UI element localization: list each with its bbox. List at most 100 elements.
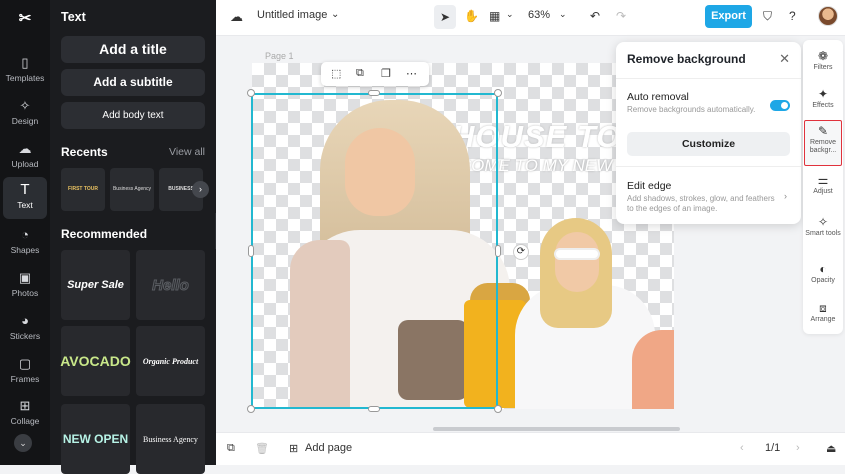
tool-arrange[interactable]: ⧈ Arrange — [804, 301, 842, 324]
sidebar-item-shapes[interactable]: ◔ Shapes — [3, 222, 47, 262]
resize-handle[interactable] — [368, 406, 380, 412]
chevron-right-icon[interactable]: › — [192, 181, 209, 198]
page-label: Page 1 — [265, 51, 294, 61]
add-page-button[interactable]: Add page — [305, 442, 352, 454]
undo-icon[interactable]: ↶ — [590, 9, 600, 23]
recent-text-template[interactable]: FIRST TOUR — [61, 168, 105, 211]
tool-remove-background[interactable]: ✎ Remove backgr... — [804, 120, 842, 166]
shapes-icon: ◔ — [21, 227, 29, 242]
template-label: AVOCADO — [60, 353, 131, 369]
smart-tools-icon: ✧ — [817, 215, 829, 229]
redo-icon[interactable]: ↷ — [616, 9, 626, 23]
effects-icon: ✦ — [817, 87, 829, 101]
resize-handle[interactable] — [494, 89, 502, 97]
tool-adjust[interactable]: ⚌ Adjust — [804, 173, 842, 196]
previous-page-icon[interactable]: ‹ — [740, 442, 744, 454]
tool-label: Adjust — [813, 188, 833, 195]
edit-edge-description: Add shadows, strokes, glow, and feathers… — [627, 194, 775, 213]
tool-filters[interactable]: ❁ Filters — [804, 49, 842, 72]
tool-label: Opacity — [811, 277, 835, 284]
horizontal-scrollbar[interactable] — [433, 427, 680, 431]
zoom-chevron-icon[interactable]: ⌄ — [559, 9, 567, 20]
help-icon[interactable]: ? — [789, 9, 796, 23]
auto-removal-label: Auto removal — [627, 91, 689, 103]
recommended-heading: Recommended — [61, 227, 148, 241]
title-dropdown-chevron-icon[interactable]: ⌄ — [331, 9, 339, 20]
next-page-icon[interactable]: › — [796, 442, 800, 454]
sidebar-item-templates[interactable]: ▯ Templates — [3, 50, 47, 90]
chair-image — [632, 330, 674, 409]
template-label: Organic Product — [142, 356, 199, 366]
sidebar-item-label: Text — [17, 200, 33, 210]
zoom-level[interactable]: 63% — [528, 9, 550, 21]
stickers-icon: ◕ — [21, 313, 29, 328]
recent-text-template[interactable]: Business Agency — [110, 168, 154, 211]
recommended-text-template[interactable]: AVOCADO — [60, 326, 131, 396]
cloud-save-icon[interactable]: ☁ — [230, 9, 243, 25]
shield-icon[interactable]: ⛉ — [763, 9, 772, 24]
recommended-text-template[interactable]: Organic Product — [136, 326, 205, 396]
sidebar-item-text[interactable]: T Text — [3, 177, 47, 219]
sidebar-item-photos[interactable]: ▣ Photos — [3, 265, 47, 305]
resize-handle[interactable] — [368, 90, 380, 96]
sidebar-item-design[interactable]: ✧ Design — [3, 93, 47, 133]
avatar[interactable] — [818, 6, 838, 26]
resize-handle[interactable] — [247, 405, 255, 413]
export-button[interactable]: Export — [705, 5, 752, 28]
sidebar-item-label: Shapes — [10, 245, 40, 255]
more-icon[interactable]: ⋯ — [406, 67, 417, 80]
layout-icon[interactable]: ▦ — [489, 9, 500, 23]
resize-handle[interactable] — [248, 245, 254, 257]
opacity-icon: ◐ — [819, 262, 827, 276]
resize-handle[interactable] — [494, 405, 502, 413]
customize-button[interactable]: Customize — [627, 132, 790, 156]
select-area-icon[interactable]: ⬚ — [331, 67, 341, 80]
sidebar-item-stickers[interactable]: ◕ Stickers — [3, 308, 47, 348]
selection-box[interactable] — [251, 93, 498, 409]
remove-background-icon: ✎ — [817, 124, 829, 138]
add-body-text-button[interactable]: Add body text — [61, 102, 205, 129]
copy-icon[interactable]: ❐ — [381, 67, 391, 80]
sidebar-item-label: Upload — [11, 159, 39, 169]
chevron-right-icon[interactable]: › — [784, 191, 787, 201]
tool-opacity[interactable]: ◐ Opacity — [804, 262, 842, 285]
group-icon[interactable]: ⧉ — [356, 67, 364, 80]
panel-title: Text — [61, 10, 86, 24]
delete-page-icon[interactable]: 🗑 — [255, 442, 269, 455]
duplicate-page-icon[interactable]: ⧉ — [227, 442, 235, 455]
sidebar-item-collage[interactable]: ⊞ Collage — [3, 393, 47, 433]
recommended-text-template[interactable]: Business Agency — [136, 404, 205, 474]
right-tools-rail: ❁ Filters ✦ Effects ✎ Remove backgr... ⚌… — [803, 40, 843, 334]
resize-handle[interactable] — [247, 89, 255, 97]
template-label: Hello — [152, 276, 190, 294]
capcut-logo-icon[interactable]: ✂ — [14, 9, 36, 27]
more-chevron-icon[interactable]: ⌄ — [14, 434, 32, 452]
close-icon[interactable]: ✕ — [779, 51, 790, 67]
tool-effects[interactable]: ✦ Effects — [804, 87, 842, 110]
edit-edge-label[interactable]: Edit edge — [627, 180, 671, 192]
sidebar-item-frames[interactable]: ▢ Frames — [3, 351, 47, 391]
page-manager-icon[interactable]: ⏏ — [826, 442, 836, 455]
document-title[interactable]: Untitled image — [257, 9, 327, 21]
panel-title: Remove background — [627, 52, 746, 66]
resize-handle[interactable] — [495, 245, 501, 257]
sidebar-item-upload[interactable]: ☁ Upload — [3, 136, 47, 176]
recommended-text-template[interactable]: Super Sale — [61, 250, 130, 320]
auto-removal-toggle[interactable] — [770, 100, 790, 111]
tool-smart-tools[interactable]: ✧ Smart tools — [804, 215, 842, 238]
view-all-link[interactable]: View all — [169, 146, 205, 158]
rotate-icon[interactable]: ⟳ — [513, 244, 529, 260]
recommended-text-template[interactable]: NEW OPEN — [61, 404, 130, 474]
sidebar-item-label: Photos — [11, 288, 39, 298]
recommended-text-template[interactable]: Hello — [136, 250, 205, 320]
design-icon: ✧ — [19, 98, 31, 113]
second-woman-photo-face — [555, 232, 599, 292]
add-page-icon[interactable]: ⊞ — [289, 442, 298, 455]
select-tool-icon[interactable]: ➤ — [434, 5, 456, 29]
templates-icon: ▯ — [21, 55, 29, 70]
add-title-button[interactable]: Add a title — [61, 36, 205, 63]
layout-chevron-icon[interactable]: ⌄ — [506, 9, 514, 20]
frames-icon: ▢ — [18, 356, 32, 371]
add-subtitle-button[interactable]: Add a subtitle — [61, 69, 205, 96]
hand-tool-icon[interactable]: ✋ — [464, 9, 479, 23]
